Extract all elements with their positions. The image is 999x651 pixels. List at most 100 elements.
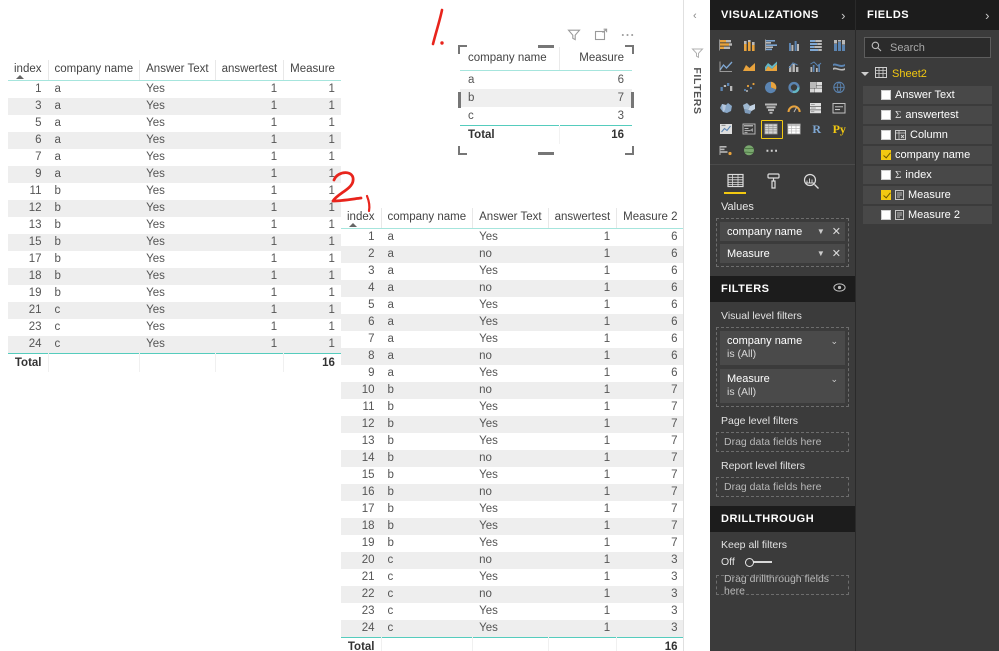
- table-row[interactable]: 9 a Yes 1 6: [341, 365, 683, 382]
- visual-level-filters-well[interactable]: company name ⌄ is (All) Measure ⌄ is (Al…: [716, 327, 849, 407]
- visual-type-gallery[interactable]: R Py ⋯: [710, 30, 855, 164]
- visualizations-pane[interactable]: VISUALIZATIONS › R Py ⋯ Values company nam…: [710, 0, 855, 651]
- more-options-icon[interactable]: [620, 27, 635, 42]
- table-row[interactable]: 21 c Yes 1 1: [8, 302, 341, 319]
- chevron-down-icon[interactable]: ▼: [817, 249, 825, 258]
- table-row[interactable]: 3 a Yes 1 6: [341, 263, 683, 280]
- column-header[interactable]: Answer Text: [472, 208, 549, 229]
- table-row[interactable]: 12 b Yes 1 7: [341, 416, 683, 433]
- table-row[interactable]: 18 b Yes 1 1: [8, 268, 341, 285]
- table-row[interactable]: 15 b Yes 1 1: [8, 234, 341, 251]
- viz-type-scatter-chart[interactable]: [739, 78, 761, 97]
- table-row[interactable]: c3: [460, 107, 632, 126]
- matrix-visual[interactable]: company name Measure a6b7c3 Total 16: [460, 47, 632, 152]
- viz-type-filled-map[interactable]: [716, 99, 738, 118]
- eye-icon[interactable]: [833, 283, 846, 295]
- toggle-knob[interactable]: [744, 557, 754, 567]
- column-header[interactable]: index: [341, 208, 381, 229]
- format-tab[interactable]: [762, 170, 784, 194]
- table-row[interactable]: 12 b Yes 1 1: [8, 200, 341, 217]
- keep-all-filters-toggle[interactable]: [744, 557, 774, 568]
- table-row[interactable]: 19 b Yes 1 1: [8, 285, 341, 302]
- table-row[interactable]: 1 a Yes 1 6: [341, 229, 683, 247]
- chevron-left-icon[interactable]: ‹: [693, 10, 697, 22]
- viz-type-multi-row-card[interactable]: [806, 99, 828, 118]
- field-item-measure-2[interactable]: Measure 2: [863, 206, 992, 224]
- viz-type-matrix[interactable]: [784, 120, 806, 139]
- table-row[interactable]: 17 b Yes 1 1: [8, 251, 341, 268]
- table-row[interactable]: 10 b no 1 7: [341, 382, 683, 399]
- viz-type-arcgis-maps[interactable]: [739, 141, 761, 160]
- viz-type-stacked-area-chart[interactable]: [761, 57, 783, 76]
- field-checkbox[interactable]: [881, 110, 891, 120]
- table-row[interactable]: b7: [460, 89, 632, 107]
- table-row[interactable]: 15 b Yes 1 7: [341, 467, 683, 484]
- viz-type-clustered-column-chart[interactable]: [784, 36, 806, 55]
- table-row[interactable]: 23 c Yes 1 3: [341, 603, 683, 620]
- remove-field-icon[interactable]: ✕: [832, 247, 841, 260]
- viz-type-table[interactable]: [761, 120, 783, 139]
- viz-type-r-script-visual[interactable]: R: [806, 120, 828, 139]
- viz-type-treemap[interactable]: [806, 78, 828, 97]
- field-item-index[interactable]: Σindex: [863, 166, 992, 184]
- viz-type-line-and-clustered-column-chart[interactable]: [806, 57, 828, 76]
- field-item-measure[interactable]: Measure: [863, 186, 992, 204]
- column-header[interactable]: Measure: [559, 47, 632, 71]
- table-row[interactable]: 14 b no 1 7: [341, 450, 683, 467]
- column-header[interactable]: company name: [460, 47, 560, 71]
- well-item[interactable]: company name ▼ ✕: [720, 222, 845, 241]
- viz-type-map[interactable]: [829, 78, 851, 97]
- filter-card[interactable]: company name ⌄ is (All): [720, 331, 845, 365]
- focus-mode-icon[interactable]: [593, 27, 608, 42]
- report-level-filters-dropzone[interactable]: Drag data fields here: [716, 477, 849, 497]
- table-visual-1[interactable]: index company name Answer Text answertest Me…: [8, 60, 341, 372]
- table-row[interactable]: 3 a Yes 1 1: [8, 98, 341, 115]
- field-item-answer-text[interactable]: Answer Text: [863, 86, 992, 104]
- chevron-down-icon[interactable]: ⌄: [830, 336, 838, 347]
- viz-type-kpi[interactable]: [716, 120, 738, 139]
- column-header[interactable]: answertest: [547, 208, 617, 229]
- chevron-down-icon[interactable]: [861, 72, 869, 76]
- analytics-tab[interactable]: [800, 170, 822, 194]
- viz-type-pie-chart[interactable]: [761, 78, 783, 97]
- fields-list[interactable]: Answer Text Σanswertest Column company name…: [856, 86, 999, 224]
- viz-type-ribbon-chart[interactable]: [829, 57, 851, 76]
- table-row[interactable]: 23 c Yes 1 1: [8, 319, 341, 336]
- viz-type-python-visual[interactable]: Py: [829, 120, 851, 139]
- chevron-right-icon[interactable]: ›: [985, 8, 990, 23]
- table-row[interactable]: 5 a Yes 1 1: [8, 115, 341, 132]
- table-row[interactable]: 6 a Yes 1 1: [8, 132, 341, 149]
- table-row[interactable]: 19 b Yes 1 7: [341, 535, 683, 552]
- table-row[interactable]: 8 a no 1 6: [341, 348, 683, 365]
- report-canvas[interactable]: index company name Answer Text answertest Me…: [0, 0, 683, 651]
- table-row[interactable]: 18 b Yes 1 7: [341, 518, 683, 535]
- table-row[interactable]: 11 b Yes 1 1: [8, 183, 341, 200]
- table-row[interactable]: 7 a Yes 1 6: [341, 331, 683, 348]
- table-row[interactable]: 6 a Yes 1 6: [341, 314, 683, 331]
- field-checkbox[interactable]: [881, 150, 891, 160]
- field-checkbox[interactable]: [881, 170, 891, 180]
- fields-tab[interactable]: [724, 170, 746, 194]
- table-row[interactable]: 17 b Yes 1 7: [341, 501, 683, 518]
- field-checkbox[interactable]: [881, 210, 891, 220]
- viz-type-donut-chart[interactable]: [784, 78, 806, 97]
- chevron-right-icon[interactable]: ›: [841, 8, 846, 23]
- viz-type-clustered-bar-chart[interactable]: [761, 36, 783, 55]
- page-level-filters-dropzone[interactable]: Drag data fields here: [716, 432, 849, 452]
- field-item-company-name[interactable]: company name: [863, 146, 992, 164]
- field-checkbox[interactable]: [881, 90, 891, 100]
- viz-type-area-chart[interactable]: [739, 57, 761, 76]
- column-header[interactable]: index: [8, 60, 48, 81]
- table-row[interactable]: 1 a Yes 1 1: [8, 81, 341, 99]
- field-checkbox[interactable]: [881, 130, 891, 140]
- resize-handle-bottom[interactable]: [538, 152, 554, 155]
- table-row[interactable]: 20 c no 1 3: [341, 552, 683, 569]
- viz-type-stacked-bar-chart[interactable]: [716, 36, 738, 55]
- table-row[interactable]: 9 a Yes 1 1: [8, 166, 341, 183]
- viz-type-line-and-stacked-column-chart[interactable]: [784, 57, 806, 76]
- viz-type-gauge-chart[interactable]: [784, 99, 806, 118]
- table-row[interactable]: 22 c no 1 3: [341, 586, 683, 603]
- column-header[interactable]: Answer Text: [139, 60, 216, 81]
- column-header[interactable]: company name: [380, 208, 473, 229]
- field-item-column[interactable]: Column: [863, 126, 992, 144]
